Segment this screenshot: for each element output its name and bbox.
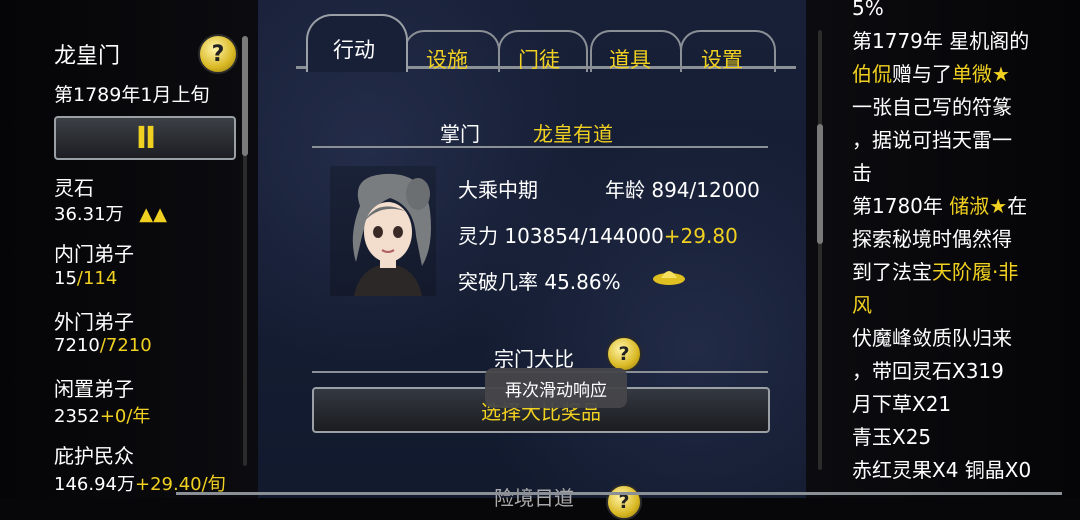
breakthrough-boost-icon[interactable] (652, 266, 686, 286)
log-line: ，据说可挡天雷一 (852, 124, 1072, 157)
pause-icon: II (135, 120, 156, 156)
log-text: 一张自己写的符篆 (852, 95, 1012, 119)
sect-name: 龙皇门 (54, 44, 121, 69)
log-line: ，带回灵石X319 (852, 355, 1072, 388)
question-icon: ? (211, 41, 225, 67)
age-value: 894/12000 (651, 178, 760, 202)
log-text: 储淑★ (949, 194, 1008, 218)
log-text: 月下草X21 (852, 392, 952, 416)
log-text: ，据说可挡天雷一 (852, 128, 1012, 152)
pause-button[interactable]: II (54, 116, 236, 160)
log-line: 青玉X25 (852, 421, 1072, 454)
idle-disciples-value: 2352+0/年 (54, 402, 150, 428)
log-line: 第1780年 储淑★在 (852, 190, 1072, 223)
inner-disciples-value: 15/114 (54, 268, 117, 289)
tab-items[interactable]: 道具 (609, 44, 651, 74)
outer-disciples-label: 外门弟子 (54, 310, 134, 334)
spirit-stone-amount: 36.31万 (54, 204, 124, 225)
event-log: 5% 第1779年 星机阁的 伯侃赠与了单微★ 一张自己写的符篆 ，据说可挡天雷一击第1… (852, 0, 1072, 487)
log-text: 赠与了 (892, 62, 952, 86)
log-text: 单微★ (952, 62, 1010, 86)
leader-breakthrough: 突破几率 45.86% (458, 266, 621, 295)
log-line: 击 (852, 157, 1072, 190)
tab-settings[interactable]: 设置 (701, 44, 743, 74)
power-label: 灵力 (458, 224, 498, 248)
log-line: 赤红灵果X4 铜晶X0 (852, 454, 1072, 487)
log-text: 天阶履·非 (932, 260, 1019, 284)
leader-avatar[interactable] (330, 166, 436, 296)
inner-count: 15 (54, 268, 77, 289)
log-line: 5% (852, 0, 1072, 25)
log-line: 一张自己写的符篆 (852, 91, 1072, 124)
log-text: 伏魔峰敛质队归来 (852, 326, 1012, 350)
log-line: 伯侃赠与了单微★ (852, 58, 1072, 91)
log-text: 到了法宝 (852, 260, 932, 284)
competition-help-button[interactable]: ? (606, 336, 642, 372)
left-scrollbar-thumb[interactable] (242, 36, 248, 156)
age-label: 年龄 (605, 178, 645, 202)
center-scrollbar-track[interactable] (818, 30, 822, 470)
leader-name[interactable]: 龙皇有道 (533, 118, 613, 147)
people-count: 146.94万 (54, 474, 135, 495)
log-line: 月下草X21 (852, 388, 1072, 421)
inner-max: /114 (76, 268, 118, 289)
leader-power: 灵力 103854/144000+29.80 (458, 220, 738, 249)
log-text: 伯侃 (852, 62, 892, 86)
protected-people-label: 庇护民众 (54, 444, 134, 468)
question-icon: ? (618, 343, 630, 365)
log-line: 第1779年 星机阁的 (852, 25, 1072, 58)
leader-age: 年龄 894/12000 (605, 174, 760, 203)
help-button[interactable]: ? (198, 34, 238, 74)
log-text: 第1780年 (852, 194, 950, 218)
next-section-help-button[interactable]: ? (606, 484, 642, 520)
log-line: 探索秘境时偶然得 (852, 223, 1072, 256)
leader-divider (312, 146, 768, 148)
log-text: 第1779年 星机阁的 (852, 29, 1030, 53)
idle-rate: +0/年 (99, 406, 151, 427)
tab-disciples[interactable]: 门徒 (518, 44, 560, 74)
tab-facilities[interactable]: 设施 (426, 44, 468, 74)
breakthrough-value: 45.86% (544, 270, 621, 294)
outer-max: /7210 (99, 335, 152, 356)
log-text: 击 (852, 161, 872, 185)
log-line: 到了法宝天阶履·非 (852, 256, 1072, 289)
outer-disciples-value: 7210/7210 (54, 335, 152, 356)
spirit-stone-label: 灵石 (54, 176, 94, 200)
log-text: 探索秘境时偶然得 (852, 227, 1012, 251)
log-line: 风 (852, 289, 1072, 322)
trend-up-icon: ▲▲ (139, 204, 167, 225)
center-scrollbar-thumb[interactable] (817, 124, 823, 244)
inner-disciples-label: 内门弟子 (54, 242, 134, 266)
idle-count: 2352 (54, 406, 100, 427)
bottom-frame-line (176, 492, 1062, 495)
toast-message: 再次滑动响应 (485, 368, 627, 408)
next-section-title: 险境日道 (494, 486, 574, 510)
power-rate: +29.80 (663, 224, 738, 248)
idle-disciples-label: 闲置弟子 (54, 377, 134, 401)
log-text: 赤红灵果X4 铜晶X0 (852, 458, 1032, 482)
log-text: 5% (852, 0, 884, 20)
log-text: 青玉X25 (852, 425, 932, 449)
log-text: 在 (1007, 194, 1028, 218)
log-text: 风 (852, 293, 872, 317)
log-line: 伏魔峰敛质队归来 (852, 322, 1072, 355)
tab-action[interactable]: 行动 (333, 34, 375, 64)
breakthrough-label: 突破几率 (458, 270, 538, 294)
current-date: 第1789年1月上旬 (54, 84, 210, 106)
spirit-stone-value: 36.31万 ▲▲ (54, 200, 167, 226)
power-value: 103854/144000 (504, 224, 664, 248)
leader-label: 掌门 (440, 122, 480, 146)
outer-count: 7210 (54, 335, 100, 356)
log-text: ，带回灵石X319 (852, 359, 1004, 383)
leader-realm: 大乘中期 (458, 178, 538, 202)
